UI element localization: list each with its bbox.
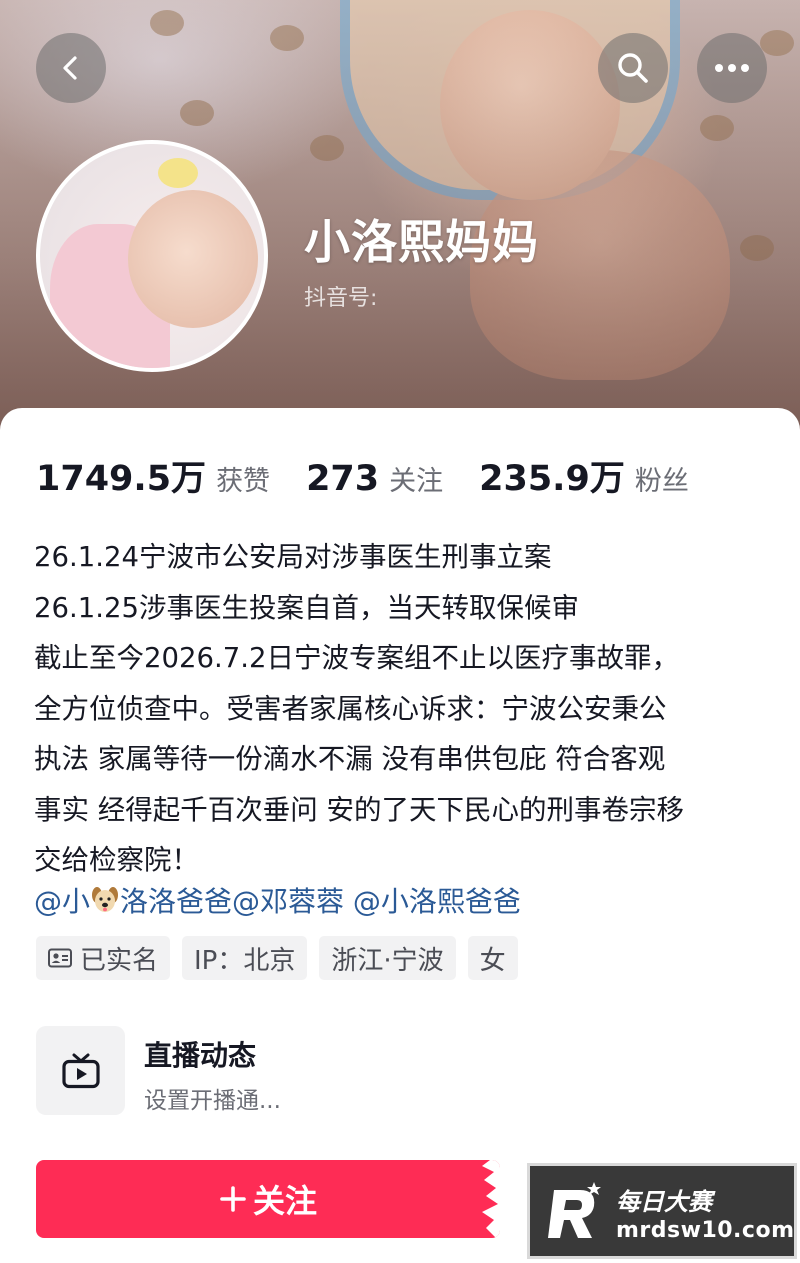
tag-label: IP：北京 bbox=[194, 945, 296, 976]
search-icon bbox=[618, 53, 648, 83]
tag-ip: IP：北京 bbox=[182, 936, 308, 980]
follow-label: 关注 bbox=[252, 1182, 317, 1220]
stat-label: 获赞 bbox=[216, 466, 271, 497]
tag-location: 浙江·宁波 bbox=[319, 936, 456, 980]
tag-label: 浙江·宁波 bbox=[331, 945, 444, 976]
douyin-id-label[interactable]: 抖音号: bbox=[304, 280, 377, 312]
mention-text[interactable]: @小 bbox=[34, 885, 90, 918]
bio-line: 截止至今2026.7.2日宁波专案组不止以医疗事故罪， bbox=[34, 642, 679, 674]
bio-line: 事实 经得起千百次垂问 安的了天下民心的刑事卷宗移 bbox=[34, 793, 684, 826]
live-updates-icon-box[interactable] bbox=[36, 1026, 125, 1115]
search-button[interactable] bbox=[598, 33, 668, 103]
stat-label: 粉丝 bbox=[634, 466, 689, 497]
stat-following[interactable]: 273 关注 bbox=[306, 459, 443, 499]
plus-icon bbox=[220, 1186, 246, 1212]
tag-label: 已实名 bbox=[80, 945, 159, 976]
bio-mentions[interactable]: @小 洛洛爸爸@邓蓉蓉 @小洛熙爸爸 bbox=[34, 880, 521, 924]
live-updates-subtitle[interactable]: 设置开播通... bbox=[144, 1081, 281, 1115]
back-button[interactable] bbox=[36, 33, 106, 103]
watermark: 每日大赛 mrdsw10.com bbox=[527, 1163, 797, 1259]
follow-button[interactable]: 关注 bbox=[36, 1160, 500, 1238]
stat-value: 273 bbox=[306, 459, 380, 499]
dog-face-icon bbox=[92, 887, 119, 912]
watermark-brand: 每日大赛 bbox=[616, 1188, 712, 1216]
stat-value: 235.9万 bbox=[479, 459, 625, 499]
more-dots-icon bbox=[715, 64, 749, 72]
profile-name: 小洛熙妈妈 bbox=[304, 215, 539, 269]
avatar[interactable] bbox=[36, 140, 268, 372]
bio-line: 26.1.25涉事医生投案自首，当天转取保候审 bbox=[34, 591, 579, 624]
tag-label: 女 bbox=[479, 945, 506, 976]
mention-text[interactable]: 洛洛爸爸@邓蓉蓉 @小洛熙爸爸 bbox=[120, 885, 521, 918]
stat-label: 关注 bbox=[389, 466, 444, 497]
stats-row: 1749.5万 获赞 273 关注 235.9万 粉丝 bbox=[36, 450, 725, 500]
profile-bio: 26.1.24宁波市公安局对涉事医生刑事立案 26.1.25涉事医生投案自首，当… bbox=[34, 532, 774, 886]
watermark-url: mrdsw10.com bbox=[616, 1218, 795, 1243]
tag-verified-name: 已实名 bbox=[36, 936, 171, 980]
stat-value: 1749.5万 bbox=[36, 459, 207, 499]
watermark-logo bbox=[548, 1182, 601, 1238]
chevron-left-icon bbox=[63, 56, 77, 80]
tv-icon bbox=[61, 1053, 100, 1088]
bio-line: 全方位侦查中。受害者家属核心诉求：宁波公安秉公 bbox=[34, 692, 667, 725]
stat-followers[interactable]: 235.9万 粉丝 bbox=[479, 450, 689, 501]
bio-line: 26.1.24宁波市公安局对涉事医生刑事立案 bbox=[34, 541, 552, 573]
bio-line: 交给检察院！ bbox=[34, 844, 199, 876]
torn-edge bbox=[482, 1160, 500, 1238]
tag-gender: 女 bbox=[467, 936, 518, 980]
live-updates-title[interactable]: 直播动态 bbox=[144, 1034, 256, 1074]
stat-likes[interactable]: 1749.5万 获赞 bbox=[36, 450, 270, 501]
id-card-icon bbox=[48, 948, 72, 968]
profile-tags: 已实名 IP：北京 浙江·宁波 女 bbox=[36, 936, 530, 980]
bio-line: 执法 家属等待一份滴水不漏 没有串供包庇 符合客观 bbox=[34, 743, 666, 775]
more-button[interactable] bbox=[697, 33, 767, 103]
